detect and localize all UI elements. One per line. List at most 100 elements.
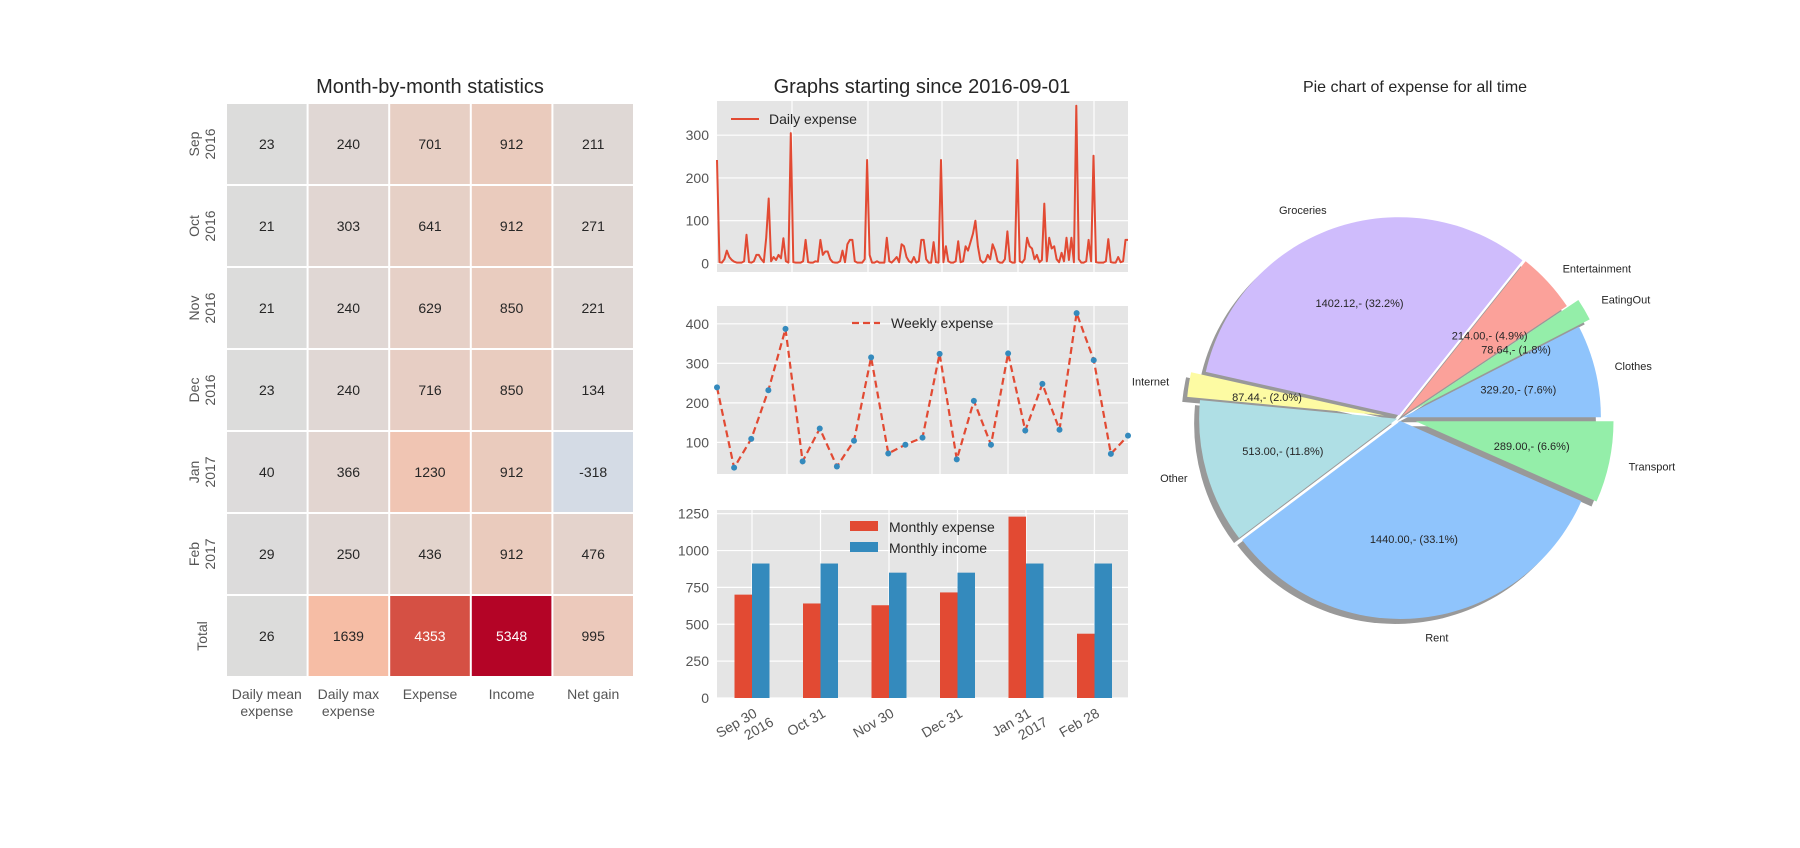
heatmap-column-label: Daily mean expense [232, 686, 302, 719]
heatmap-column-label: Expense [403, 686, 458, 702]
heatmap: 23 240 701 912 211Sep201621 303 641 912 271Oct20… [186, 104, 633, 719]
heatmap-value: 850 [500, 300, 524, 316]
heatmap-value: 211 [582, 136, 605, 152]
row-label-line: Total [194, 621, 210, 651]
pie-label: Transport [1629, 461, 1676, 473]
weekly-point [970, 397, 977, 404]
heatmap-row-label: Total [194, 621, 210, 651]
row-label-line: Jan [186, 461, 202, 484]
expense-bar [1008, 516, 1026, 698]
y-tick-label: 750 [686, 579, 710, 595]
pie-title: Pie chart of expense for all time [1303, 79, 1527, 96]
income-bar [889, 572, 907, 698]
weekly-point [936, 350, 943, 357]
heatmap-value: 221 [582, 300, 606, 316]
weekly-point [1022, 427, 1029, 434]
heatmap-row-label: Sep2016 [186, 128, 218, 159]
pie-value-label: 329.20,- (7.6%) [1480, 384, 1556, 396]
heatmap-value: 4353 [414, 628, 445, 644]
pie-value-label: 1440.00,- (33.1%) [1370, 534, 1458, 546]
legend-income-swatch [850, 542, 878, 552]
y-tick-label: 250 [686, 653, 710, 669]
pie-value-label: 1402.12,- (32.2%) [1316, 298, 1404, 310]
column-label-line: expense [322, 703, 375, 719]
weekly-point [765, 387, 772, 394]
heatmap-row-label: Jan2017 [186, 456, 218, 487]
heatmap-value: 21 [259, 218, 275, 234]
heatmap-value: 995 [582, 628, 606, 644]
pie-label: Groceries [1279, 205, 1327, 217]
heatmap-value: 366 [337, 464, 361, 480]
pie-value-label: 214.00,- (4.9%) [1452, 331, 1528, 343]
heatmap-value: 40 [259, 464, 275, 480]
pie-label: EatingOut [1601, 295, 1650, 307]
weekly-point [731, 464, 738, 471]
daily-expense-chart: 0 100 200 300 Daily expense [686, 101, 1128, 272]
figure: Month-by-month statistics Graphs startin… [0, 0, 1800, 848]
y-tick-label: 100 [686, 213, 710, 229]
heatmap-value: 271 [582, 218, 606, 234]
pie-label: Clothes [1615, 361, 1653, 373]
heatmap-value: 1230 [414, 464, 445, 480]
row-label-line: Dec [186, 378, 202, 403]
row-label-line: 2016 [202, 374, 218, 405]
heatmap-value: 701 [418, 136, 442, 152]
weekly-point [816, 425, 823, 432]
weekly-point [1107, 450, 1114, 457]
weekly-point [1056, 426, 1063, 433]
weekly-point [953, 456, 960, 463]
heatmap-value: 912 [500, 136, 524, 152]
column-label-line: Daily max [318, 686, 379, 702]
heatmap-row-label: Feb2017 [186, 538, 218, 569]
heatmap-value: 629 [418, 300, 442, 316]
row-label-line: 2017 [202, 456, 218, 487]
y-tick-label: 200 [686, 395, 710, 411]
heatmap-value: 21 [259, 300, 275, 316]
weekly-point [714, 384, 720, 391]
pie-value-label: 513.00,- (11.8%) [1242, 446, 1323, 458]
heatmap-value: 5348 [496, 628, 527, 644]
heatmap-value: 240 [337, 382, 361, 398]
income-bar [957, 572, 975, 698]
income-bar [1026, 563, 1044, 698]
heatmap-value: 1639 [333, 628, 364, 644]
heatmap-title: Month-by-month statistics [316, 76, 544, 98]
heatmap-value: 912 [500, 218, 524, 234]
heatmap-row-label: Dec2016 [186, 374, 218, 405]
weekly-expense-chart: 100 200 300 400 Weekly expense [686, 306, 1131, 474]
weekly-point [1125, 432, 1131, 439]
income-bar [752, 563, 770, 698]
heatmap-value: 250 [337, 546, 361, 562]
heatmap-value: 912 [500, 464, 524, 480]
heatmap-value: 850 [500, 382, 524, 398]
y-tick-label: 1250 [678, 506, 709, 522]
heatmap-row-label: Nov2016 [186, 292, 218, 323]
weekly-point [1005, 350, 1012, 357]
pie-label: Other [1160, 473, 1188, 485]
legend-weekly-label: Weekly expense [891, 315, 994, 331]
legend-daily-label: Daily expense [769, 111, 857, 127]
pie-value-label: 87.44,- (2.0%) [1232, 392, 1302, 404]
expense-bar [940, 592, 958, 698]
weekly-point [799, 458, 806, 465]
pie-value-label: 78.64,- (1.8%) [1481, 345, 1551, 357]
weekly-point [851, 437, 857, 444]
pie-label: Entertainment [1563, 264, 1631, 276]
weekly-point [1073, 310, 1080, 317]
weekly-point [988, 441, 994, 448]
heatmap-value: -318 [579, 464, 607, 480]
column-label-line: Daily mean [232, 686, 302, 702]
y-tick-label: 1000 [678, 543, 709, 559]
y-tick-label: 500 [686, 616, 710, 632]
heatmap-value: 134 [582, 382, 606, 398]
plot-area [717, 306, 1128, 474]
heatmap-value: 29 [259, 546, 275, 562]
pie-label: Internet [1132, 376, 1169, 388]
pie-value-label: 289.00,- (6.6%) [1494, 441, 1570, 453]
row-label-line: Nov [186, 296, 202, 321]
weekly-point [885, 450, 892, 457]
column-label-line: Net gain [567, 686, 619, 702]
expense-bar [871, 605, 889, 698]
heatmap-value: 23 [259, 136, 275, 152]
expense-bar [734, 594, 752, 698]
